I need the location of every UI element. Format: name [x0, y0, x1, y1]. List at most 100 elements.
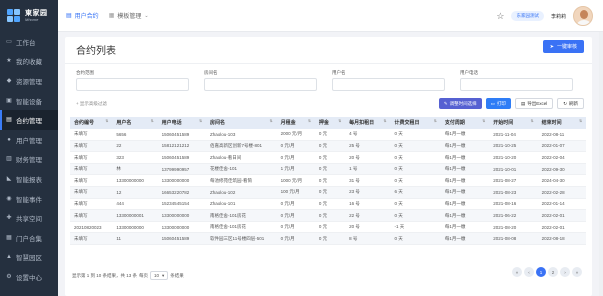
table-cell: 未填写 [70, 151, 113, 164]
tab-user-contracts[interactable]: ▤ 用户合约 [58, 11, 99, 20]
resource-icon: ◆ [6, 77, 12, 84]
sort-icon[interactable]: ⇅ [151, 119, 154, 123]
sort-icon[interactable]: ⇅ [338, 119, 341, 123]
table-row[interactable]: 未填写 13300000000 13300000000 每池修苑佳筑园-看筒 1000 … [70, 174, 586, 188]
table-cell: 0 元/月 [276, 232, 315, 246]
page-button[interactable]: › [560, 267, 570, 277]
table-row[interactable]: 未填写林 13799990957 花楼佳舍-101 1 元/月 0 元1 号0 天每1月… [70, 163, 586, 176]
sidebar-item[interactable]: ▭ 工作台 [0, 32, 58, 52]
table-cell: 每1月一缴 [440, 163, 490, 176]
table-cell: 每1月一缴 [440, 151, 490, 164]
page-button[interactable]: ‹ [524, 267, 534, 277]
batch-review-button[interactable]: ➤ 一键审核 [542, 40, 584, 53]
column-header[interactable]: 用户电话 ⇅ [157, 117, 207, 129]
app-logo[interactable]: 東家园 Mhome [0, 0, 58, 32]
column-header[interactable]: 用户名 ⇅ [112, 117, 158, 129]
user-phone-input[interactable] [460, 78, 573, 91]
sidebar-item-label: 我的收藏 [16, 59, 42, 67]
adjust-time-button[interactable]: ✎ 调整时间选择 [438, 98, 482, 109]
table-cell: 0 天 [390, 151, 441, 164]
sidebar-item[interactable]: ▲ 智慧园区 [0, 248, 58, 268]
sidebar-item[interactable]: ◆ 资源管理 [0, 71, 58, 91]
filter-label: 合约范围 [76, 70, 94, 75]
table-cell: 每1月一缴 [440, 198, 490, 211]
column-header[interactable]: 结束时间 ⇅ [537, 117, 586, 129]
username-input[interactable] [332, 78, 445, 91]
workspace-badge[interactable]: 东家园测试 [511, 11, 544, 21]
sidebar-item[interactable]: ✚ 共享空间 [0, 208, 58, 228]
table-cell: 0 元 [314, 128, 346, 141]
sort-icon[interactable]: ⇅ [105, 119, 108, 123]
per-page-select[interactable]: 10 ▾ [150, 271, 169, 280]
sidebar-item-label: 财务管理 [16, 157, 42, 165]
table-cell: 15060451589 [157, 128, 207, 141]
page-button[interactable]: 2 [548, 267, 558, 277]
table-row[interactable]: 未填写 11 15060451589 软件园三区11号楼四层-501 0 元/月 0 元8… [70, 232, 586, 246]
sidebar-item[interactable]: ▣ 智能设备 [0, 91, 58, 111]
sidebar-item-label: 设置中心 [16, 274, 42, 282]
table-row[interactable]: 未填写 323 15060451589 Zhaolou-看日间 0 元/月 0 元 20 号… [70, 151, 586, 164]
table-cell: 2022-02-01 [537, 209, 586, 222]
table-cell: 0 天 [390, 232, 441, 246]
sidebar-item[interactable]: ★ 我的收藏 [0, 52, 58, 72]
refresh-button[interactable]: ↻ 刷新 [557, 98, 584, 109]
tab-template-management[interactable]: ▦ 模板管理 ⌄ [99, 11, 149, 21]
sort-icon[interactable]: ⇅ [434, 119, 437, 123]
table-row[interactable]: 未填写 22 15812121212 佰嘉高新区创新7号楼-801 0 元/月 0 元 25… [70, 140, 586, 153]
table-cell: 4 号 [345, 128, 391, 141]
sort-icon[interactable]: ⇅ [384, 119, 387, 123]
table-cell: 每1月一缴 [440, 186, 490, 199]
column-header[interactable]: 每月扣租日 ⇅ [345, 117, 391, 129]
column-header[interactable]: 房间名 ⇅ [206, 117, 277, 129]
contract-range-input[interactable] [76, 78, 189, 91]
column-header[interactable]: 月租金 ⇅ [276, 117, 315, 129]
sort-icon[interactable]: ⇅ [199, 119, 202, 123]
vertical-scrollbar[interactable] [599, 32, 603, 296]
page-button[interactable]: « [512, 267, 522, 277]
room-name-input[interactable] [204, 78, 317, 91]
advanced-filter-link[interactable]: + 显示高级过滤 [76, 101, 107, 107]
print-button[interactable]: ▭ 打印 [485, 98, 511, 109]
table-cell: 0 元/月 [276, 209, 315, 222]
column-header[interactable]: 押金 ⇅ [314, 117, 346, 129]
page-button[interactable]: » [572, 267, 582, 277]
sort-icon[interactable]: ⇅ [482, 119, 485, 123]
table-row[interactable]: 20210820023 13300000000 13300000000 南格佳舍-10… [70, 221, 586, 234]
sidebar-item[interactable]: ◣ 智能报表 [0, 169, 58, 189]
table-cell: 13300000000 [112, 221, 158, 234]
table-row[interactable]: 未填写 13300000001 13300000000 南格佳舍-101房花 0 元/月… [70, 209, 586, 222]
export-excel-button[interactable]: ▤ 导出Excel [514, 98, 554, 109]
sidebar-item[interactable]: ▥ 财务管理 [0, 150, 58, 170]
table-row[interactable]: 未填写 444 15234545154 Zhaolou-101 0 元/月 0 元 16 号… [70, 198, 586, 211]
sort-icon[interactable]: ⇅ [270, 119, 273, 123]
column-header[interactable]: 合约编号 ⇅ [70, 117, 113, 129]
column-header[interactable]: 支付周期 ⇅ [440, 117, 490, 129]
sidebar-item[interactable]: ▤ 合约管理 [0, 110, 58, 130]
event-icon: ◉ [6, 195, 12, 202]
sort-icon[interactable]: ⇅ [531, 119, 534, 123]
table-cell: 2022-02-28 [537, 186, 586, 199]
page-button[interactable]: 1 [536, 267, 546, 277]
column-header[interactable]: 计费交租日 ⇅ [390, 117, 441, 129]
chevron-down-icon: ⌄ [144, 12, 149, 19]
table-row[interactable]: 未填写 12 16653220782 Zhaolou-102 100 元/月 0 元 23 … [70, 186, 586, 199]
column-header[interactable]: 开始时间 ⇅ [489, 117, 538, 129]
sidebar-item[interactable]: ⚙ 设置中心 [0, 267, 58, 287]
sort-icon[interactable]: ⇅ [579, 119, 582, 123]
table-cell: 16653220782 [157, 186, 207, 199]
sidebar-item[interactable]: ▦ 门户合集 [0, 228, 58, 248]
sidebar-item[interactable]: ◉ 智能事件 [0, 189, 58, 209]
table-row[interactable]: 未填写 5656 15060451589 Zhaolou-103 2000 元/月 0 元… [70, 128, 586, 141]
table-cell: 南格佳舍-101房花 [206, 221, 277, 234]
finance-icon: ▥ [6, 156, 12, 163]
username[interactable]: 李莉莉 [551, 13, 566, 20]
table-cell: 0 元 [314, 151, 346, 164]
favorite-star-icon[interactable]: ☆ [496, 11, 504, 22]
sidebar-item[interactable]: ● 用户管理 [0, 130, 58, 150]
table-actions: ✎ 调整时间选择 ▭ 打印 ▤ 导出Excel ↻ 刷新 [438, 98, 584, 109]
sidebar-item-label: 资源管理 [16, 78, 42, 86]
table-cell: 0 元/月 [276, 151, 315, 164]
avatar[interactable] [573, 6, 593, 26]
sort-icon[interactable]: ⇅ [308, 119, 311, 123]
table-cell: Zhaolou-看日间 [206, 151, 277, 164]
